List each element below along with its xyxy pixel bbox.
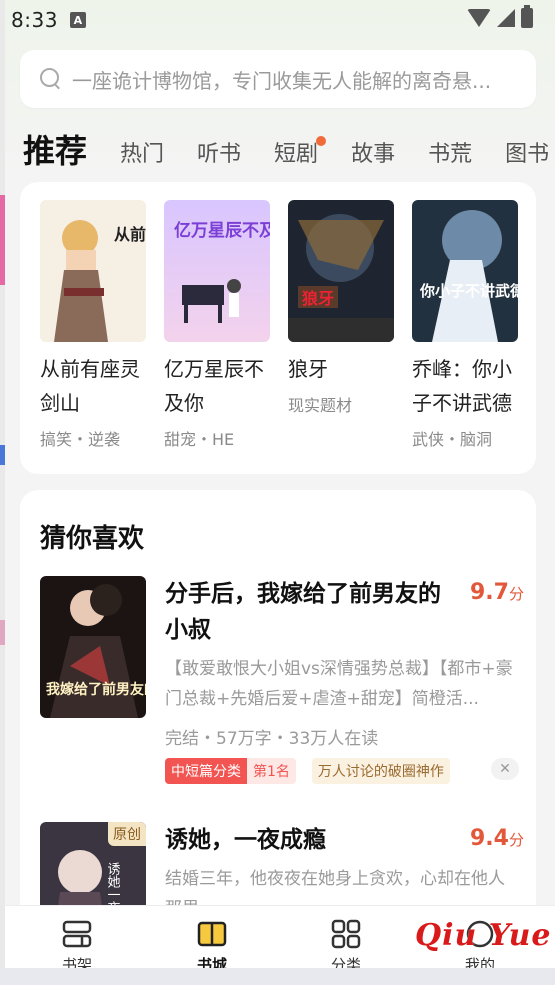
tab-label: 图书 <box>505 142 550 167</box>
rating-score: 9.7分 <box>470 580 524 605</box>
battery-icon <box>521 5 533 28</box>
status-time: 8:33 <box>11 8 58 32</box>
book-tags: 搞笑・逆袭 <box>40 430 121 449</box>
cover-text: 从前有座灵剑山 <box>114 225 146 244</box>
item-title: 诱她，一夜成瘾 <box>165 827 326 853</box>
book-cover[interactable]: 亿万星辰不及你 <box>164 200 270 342</box>
book-item[interactable]: 你小子不讲武德 乔峰：你小子不讲武德 武侠・脑洞 <box>412 200 522 450</box>
system-bottom-bar <box>0 968 555 985</box>
tab-label: 故事 <box>351 142 396 167</box>
bookshelf-icon <box>62 920 92 948</box>
tab-label: 推荐 <box>23 132 88 170</box>
tab-stories[interactable]: 故事 <box>351 136 395 174</box>
ranking-position-tag[interactable]: 第1名 <box>247 758 296 784</box>
original-badge: 原创 <box>108 822 146 846</box>
tab-book-shortage[interactable]: 书荒 <box>428 136 472 174</box>
item-description: 【敢爱敢恨大小姐vs深情强势总裁】【都市+豪门总裁+先婚后爱+虐渣+甜宠】简橙活… <box>165 659 513 709</box>
wifi-icon <box>467 9 491 27</box>
item-title: 分手后，我嫁给了前男友的小叔 <box>165 581 441 643</box>
signal-icon <box>497 9 515 27</box>
book-item[interactable]: 亿万星辰不及你 亿万星辰不及你 甜宠・HE <box>164 200 274 450</box>
book-title: 亿万星辰不及你 <box>164 357 264 415</box>
tab-label: 短剧 <box>274 142 319 167</box>
cover-text: 你小子不讲武德 <box>419 282 518 300</box>
tab-label: 书荒 <box>428 142 473 167</box>
search-bar[interactable]: 一座诡计博物馆，专门收集无人能解的离奇悬... <box>20 50 536 108</box>
status-icons <box>467 5 533 28</box>
tab-audiobook[interactable]: 听书 <box>197 136 241 174</box>
list-item[interactable]: 我嫁给了前男友的小叔 分手后，我嫁给了前男友的小叔 9.7分 【敢爱敢恨大小姐v… <box>40 576 524 784</box>
status-bar: 8:33 A <box>5 0 555 40</box>
score-value: 9.4 <box>470 826 509 851</box>
book-item[interactable]: 从前有座灵剑山 从前有座灵剑山 搞笑・逆袭 <box>40 200 150 450</box>
tab-label: 热门 <box>120 142 165 167</box>
book-tags: 武侠・脑洞 <box>412 430 493 449</box>
score-value: 9.7 <box>470 580 509 605</box>
score-unit: 分 <box>508 585 524 603</box>
category-grid-icon <box>331 919 361 949</box>
book-title: 从前有座灵剑山 <box>40 357 140 415</box>
tab-recommend[interactable]: 推荐 <box>23 126 87 174</box>
recommend-card: 从前有座灵剑山 从前有座灵剑山 搞笑・逆袭 亿万星辰不及你 <box>20 182 536 474</box>
book-cover[interactable]: 我嫁给了前男友的小叔 <box>40 576 146 718</box>
category-tabs: 推荐 热门 听书 短剧 故事 书荒 图书 <box>23 126 555 174</box>
bookstore-icon <box>197 921 227 947</box>
book-cover[interactable]: 从前有座灵剑山 <box>40 200 146 342</box>
notification-icon: A <box>69 12 86 28</box>
book-title: 乔峰：你小子不讲武德 <box>412 357 512 415</box>
tab-books[interactable]: 图书 <box>505 136 549 174</box>
tab-hot[interactable]: 热门 <box>120 136 164 174</box>
new-dot-badge <box>316 136 327 146</box>
search-input[interactable]: 一座诡计博物馆，专门收集无人能解的离奇悬... <box>72 65 522 94</box>
rating-score: 9.4分 <box>470 826 524 851</box>
cover-text: 亿万星辰不及你 <box>174 220 270 241</box>
cover-text: 我嫁给了前男友的小叔 <box>46 681 146 698</box>
ranking-category-tag[interactable]: 中短篇分类 <box>165 758 247 784</box>
section-title: 猜你喜欢 <box>40 524 145 554</box>
book-title: 狼牙 <box>288 357 328 381</box>
watermark-logo: Qiu Yue <box>415 918 552 953</box>
item-meta: 完结・57万字・33万人在读 <box>165 729 379 749</box>
hot-topic-tag[interactable]: 万人讨论的破圈神作 <box>311 758 450 784</box>
cover-text: 狼牙 <box>302 289 334 308</box>
book-cover[interactable]: 狼牙 <box>288 200 394 342</box>
close-icon[interactable]: ✕ <box>491 758 519 780</box>
guess-you-like-card: 猜你喜欢 我嫁给了前男友的小叔 分手后，我嫁给了前男友的小叔 9.7分 【敢爱敢… <box>20 490 536 964</box>
tag-row: 中短篇分类 第1名 万人讨论的破圈神作 <box>165 758 450 784</box>
book-tags: 现实题材 <box>288 396 353 415</box>
search-icon <box>40 68 62 90</box>
tab-label: 听书 <box>197 142 242 167</box>
book-tags: 甜宠・HE <box>164 430 235 449</box>
tab-short-drama[interactable]: 短剧 <box>274 136 327 174</box>
book-cover[interactable]: 你小子不讲武德 <box>412 200 518 342</box>
score-unit: 分 <box>508 831 524 849</box>
book-item[interactable]: 狼牙 狼牙 现实题材 <box>288 200 398 416</box>
app-screen: 8:33 A 一座诡计博物馆，专门收集无人能解的离奇悬... 推荐 热门 听书 … <box>5 0 555 985</box>
